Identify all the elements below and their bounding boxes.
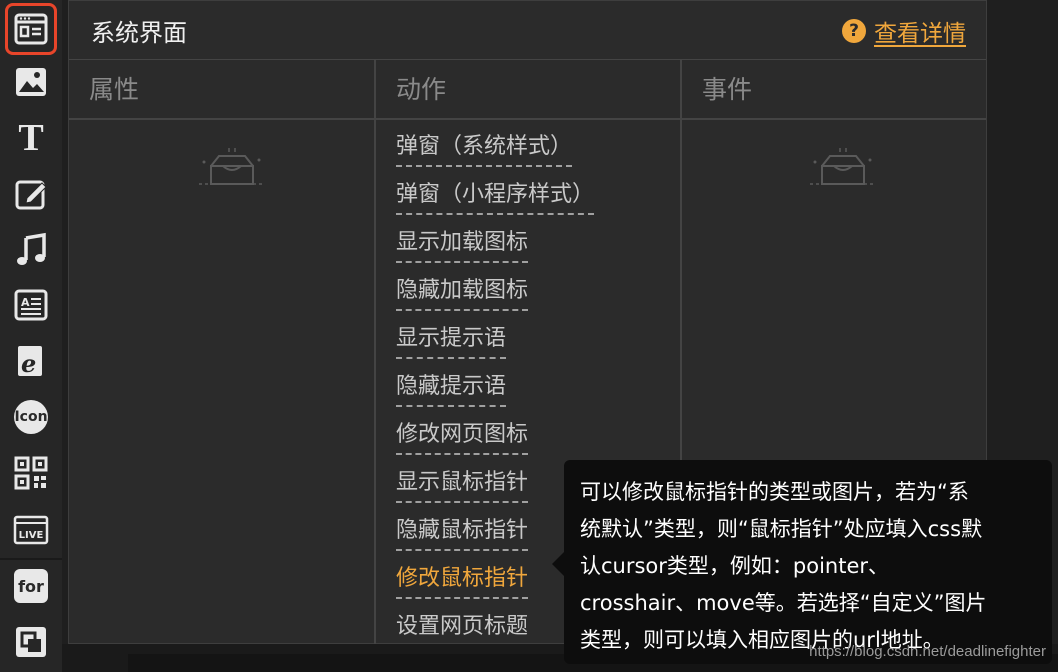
system-ui-tool[interactable] [5, 3, 57, 55]
properties-header: 属性 [69, 60, 374, 120]
for-loop-tool[interactable]: for [6, 561, 56, 611]
empty-box-icon [810, 148, 876, 185]
action-item[interactable]: 修改鼠标指针 [396, 564, 529, 599]
action-item[interactable]: 弹窗（系统样式） [396, 132, 573, 167]
action-item[interactable]: 显示提示语 [396, 324, 507, 359]
text-tool[interactable]: T [6, 113, 56, 163]
article-tool[interactable]: A [6, 280, 56, 330]
edit-icon [15, 180, 47, 210]
music-note-icon [17, 232, 46, 265]
tooltip-line: crosshair、move等。若选择“自定义”图片 [580, 591, 987, 615]
help-question-icon: ? [842, 19, 866, 43]
action-item[interactable]: 弹窗（小程序样式） [396, 180, 595, 215]
properties-column: 属性 [69, 60, 376, 645]
live-tool[interactable]: LIVE [6, 505, 56, 555]
view-details-link[interactable]: 查看详情 [874, 14, 966, 48]
layer-tool[interactable] [6, 617, 56, 667]
for-loop-icon: for [14, 569, 48, 603]
icon-tool[interactable]: Icon [6, 392, 56, 442]
help-link-group[interactable]: ? 查看详情 [842, 14, 966, 48]
input-tool[interactable] [6, 169, 56, 219]
live-icon: LIVE [13, 515, 49, 545]
image-tool[interactable] [6, 57, 56, 107]
live-label: LIVE [19, 530, 44, 541]
qrcode-tool[interactable] [6, 448, 56, 498]
watermark: https://blog.csdn.net/deadlinefighter [809, 643, 1046, 660]
actions-header: 动作 [376, 60, 680, 120]
icon-badge-icon: Icon [14, 400, 48, 434]
action-item[interactable]: 隐藏鼠标指针 [396, 516, 529, 551]
tooltip-line: 认cursor类型，例如：pointer、 [580, 554, 890, 578]
action-item[interactable]: 修改网页图标 [396, 420, 529, 455]
tooltip-line: 可以修改鼠标指针的类型或图片，若为“系 [580, 480, 969, 504]
layers-icon [16, 627, 46, 657]
tooltip-arrow [552, 552, 564, 576]
webview-tool[interactable]: e [6, 336, 56, 386]
action-item[interactable]: 显示鼠标指针 [396, 468, 529, 503]
action-item[interactable]: 显示加载图标 [396, 228, 529, 263]
window-icon [14, 13, 48, 45]
audio-tool[interactable] [6, 225, 56, 275]
browser-e-icon: e [18, 346, 42, 378]
empty-box-icon [199, 148, 265, 185]
action-tooltip: 可以修改鼠标指针的类型或图片，若为“系 统默认”类型，则“鼠标指针”处应填入cs… [564, 460, 1052, 664]
toolbar-divider [0, 558, 62, 560]
panel-title: 系统界面 [91, 19, 187, 47]
article-icon: A [14, 289, 48, 321]
action-item[interactable]: 设置网页标题 [396, 612, 529, 647]
svg-text:A: A [21, 296, 30, 309]
panel-header: 系统界面 ? 查看详情 [69, 1, 986, 60]
image-icon [16, 68, 46, 96]
svg-text:e: e [21, 349, 36, 378]
component-toolbar: T A e Icon LIVE for [0, 0, 62, 672]
events-header: 事件 [682, 60, 986, 120]
action-item[interactable]: 隐藏提示语 [396, 372, 507, 407]
tooltip-line: 统默认”类型，则“鼠标指针”处应填入css默 [580, 517, 983, 541]
action-item[interactable]: 隐藏加载图标 [396, 276, 529, 311]
text-icon: T [18, 117, 44, 159]
qr-code-icon [14, 456, 48, 490]
